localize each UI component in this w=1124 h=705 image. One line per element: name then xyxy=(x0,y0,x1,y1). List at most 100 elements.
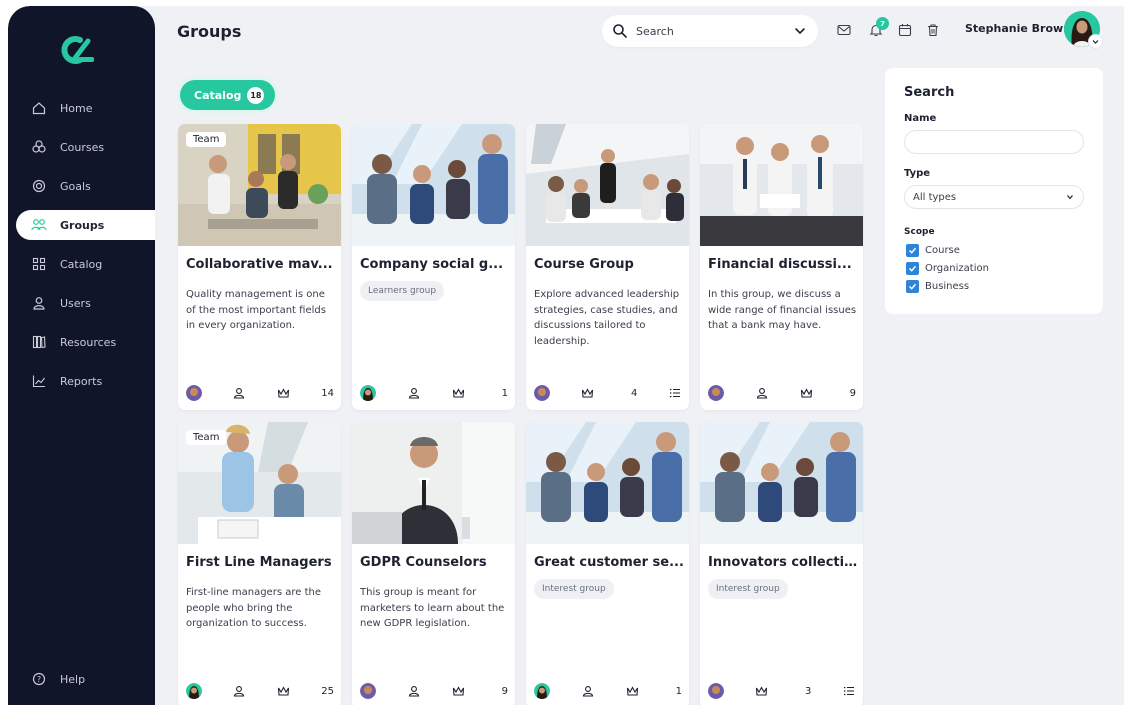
card-description: Quality management is one of the most im… xyxy=(186,289,326,331)
card-footer: 14 xyxy=(186,384,334,402)
crown-icon[interactable] xyxy=(277,386,291,400)
brand-logo[interactable] xyxy=(58,34,100,66)
sidebar-item-label: Courses xyxy=(60,140,105,154)
crown-icon[interactable] xyxy=(625,684,639,698)
group-card[interactable]: Company social g... Learners group 1 xyxy=(352,124,515,410)
card-description: This group is meant for marketers to lea… xyxy=(360,587,505,629)
card-title[interactable]: Company social g... xyxy=(360,257,510,272)
user-icon[interactable] xyxy=(755,386,769,400)
checkbox-label: Business xyxy=(925,281,970,292)
sidebar-item-label: Catalog xyxy=(60,257,103,271)
help-link[interactable]: ? Help xyxy=(16,665,136,693)
avatar[interactable] xyxy=(534,683,550,699)
user-icon[interactable] xyxy=(232,386,246,400)
crown-icon[interactable] xyxy=(451,386,465,400)
calendar-icon[interactable] xyxy=(897,22,913,38)
sidebar-item-courses[interactable]: Courses xyxy=(16,132,155,162)
sidebar-item-groups[interactable]: Groups xyxy=(16,210,155,240)
scope-label: Scope xyxy=(904,227,935,237)
trash-icon[interactable] xyxy=(925,22,941,38)
member-count: 25 xyxy=(321,685,334,697)
card-description: First-line managers are the people who b… xyxy=(186,587,321,629)
app-window: Home Courses Goals Groups Catalog Users … xyxy=(8,6,1124,705)
card-title[interactable]: Collaborative mav... xyxy=(186,257,336,272)
group-image xyxy=(700,124,863,246)
card-description: In this group, we discuss a wide range o… xyxy=(708,289,857,331)
member-count: 9 xyxy=(849,387,856,399)
user-icon xyxy=(30,294,48,312)
checkbox-checked-icon xyxy=(906,280,919,293)
card-footer: 9 xyxy=(708,384,856,402)
scope-checkbox-organization[interactable]: Organization xyxy=(906,262,989,275)
group-type-tag: Learners group xyxy=(360,281,445,301)
card-title[interactable]: Course Group xyxy=(534,257,684,272)
team-badge: Team xyxy=(186,132,227,147)
catalog-filter-button[interactable]: Catalog 18 xyxy=(180,80,275,110)
grid-icon xyxy=(30,255,48,273)
card-title[interactable]: Innovators collecti... xyxy=(708,555,858,570)
group-card[interactable]: GDPR Counselors This group is meant for … xyxy=(352,422,515,705)
user-icon[interactable] xyxy=(232,684,246,698)
sidebar-item-label: Goals xyxy=(60,179,91,193)
card-footer: 3 xyxy=(708,682,856,700)
card-title[interactable]: Financial discussi... xyxy=(708,257,858,272)
list-icon[interactable] xyxy=(842,684,856,698)
card-footer: 1 xyxy=(360,384,508,402)
group-image xyxy=(700,422,863,544)
search-input[interactable]: Search xyxy=(602,15,818,47)
avatar[interactable] xyxy=(360,385,376,401)
card-description: Explore advanced leadership strategies, … xyxy=(534,289,680,347)
avatar[interactable] xyxy=(708,683,724,699)
chevron-down-icon[interactable] xyxy=(792,23,808,39)
list-icon[interactable] xyxy=(668,386,682,400)
group-card[interactable]: Innovators collecti... Interest group 3 xyxy=(700,422,863,705)
card-title[interactable]: GDPR Counselors xyxy=(360,555,510,570)
user-icon[interactable] xyxy=(407,386,421,400)
card-footer: 4 xyxy=(534,384,682,402)
mail-icon[interactable] xyxy=(836,22,852,38)
avatar[interactable] xyxy=(534,385,550,401)
user-icon[interactable] xyxy=(581,684,595,698)
user-name[interactable]: Stephanie Brown xyxy=(965,22,1071,35)
group-card[interactable]: Financial discussi... In this group, we … xyxy=(700,124,863,410)
crown-icon[interactable] xyxy=(755,684,769,698)
sidebar-item-label: Reports xyxy=(60,374,103,388)
user-icon[interactable] xyxy=(407,684,421,698)
avatar[interactable] xyxy=(186,385,202,401)
avatar[interactable] xyxy=(708,385,724,401)
sidebar-item-home[interactable]: Home xyxy=(16,93,155,123)
sidebar-item-catalog[interactable]: Catalog xyxy=(16,249,155,279)
sidebar-item-users[interactable]: Users xyxy=(16,288,155,318)
crown-icon[interactable] xyxy=(277,684,291,698)
group-type-tag: Interest group xyxy=(708,579,788,599)
scope-checkbox-course[interactable]: Course xyxy=(906,244,960,257)
group-card[interactable]: Team Collaborative mav... Quality manage… xyxy=(178,124,341,410)
sidebar-item-reports[interactable]: Reports xyxy=(16,366,155,396)
sidebar-item-goals[interactable]: Goals xyxy=(16,171,155,201)
card-footer: 9 xyxy=(360,682,508,700)
courses-icon xyxy=(30,138,48,156)
crown-icon[interactable] xyxy=(799,386,813,400)
sidebar-item-resources[interactable]: Resources xyxy=(16,327,155,357)
sidebar-item-label: Groups xyxy=(60,218,105,232)
books-icon xyxy=(30,333,48,351)
avatar[interactable] xyxy=(360,683,376,699)
card-title[interactable]: First Line Managers xyxy=(186,555,336,570)
group-card[interactable]: Great customer se... Interest group 1 xyxy=(526,422,689,705)
crown-icon[interactable] xyxy=(581,386,595,400)
checkbox-checked-icon xyxy=(906,262,919,275)
page-title: Groups xyxy=(177,22,242,41)
crown-icon[interactable] xyxy=(451,684,465,698)
svg-text:?: ? xyxy=(37,675,41,684)
scope-checkbox-business[interactable]: Business xyxy=(906,280,969,293)
group-card[interactable]: Course Group Explore advanced leadership… xyxy=(526,124,689,410)
name-label: Name xyxy=(904,113,937,124)
card-footer: 1 xyxy=(534,682,682,700)
checkbox-label: Course xyxy=(925,245,960,256)
chevron-down-icon[interactable] xyxy=(1089,35,1102,48)
group-card[interactable]: Team First Line Managers First-line mana… xyxy=(178,422,341,705)
name-field[interactable] xyxy=(904,130,1084,154)
card-title[interactable]: Great customer se... xyxy=(534,555,684,570)
type-select[interactable]: All types xyxy=(904,185,1084,209)
avatar[interactable] xyxy=(186,683,202,699)
